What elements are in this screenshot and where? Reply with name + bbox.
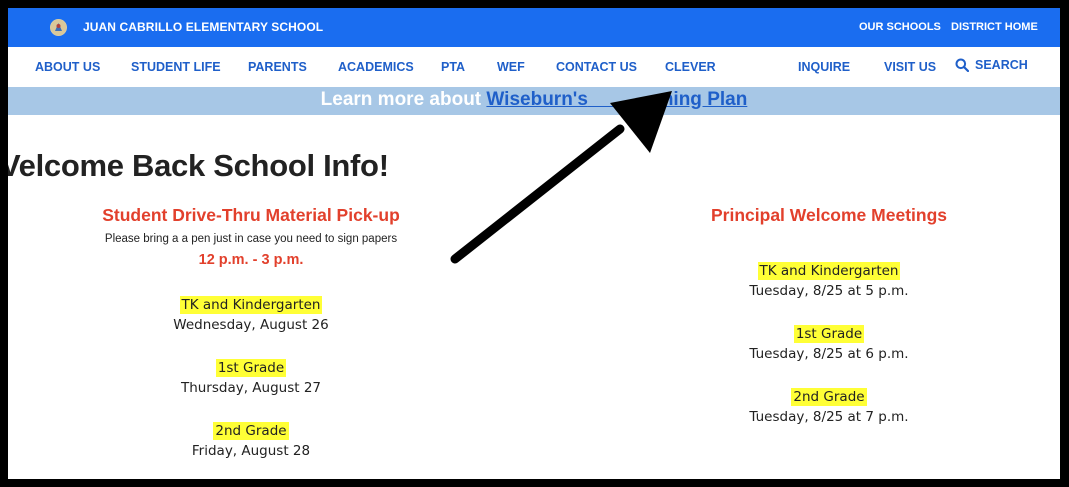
browser-viewport: JUAN CABRILLO ELEMENTARY SCHOOL OUR SCHO… [0, 0, 1069, 487]
banner-prefix: Learn more about [320, 89, 487, 110]
pickup-date: Thursday, August 27 [180, 380, 322, 396]
meetings-section: Principal Welcome Meetings TK and Kinder… [688, 204, 970, 427]
pickup-group-1st: 1st Grade Thursday, August 27 [68, 357, 434, 398]
pickup-group-tk: TK and Kindergarten Wednesday, August 26 [68, 294, 434, 335]
nav-wef[interactable]: WEF [497, 60, 525, 74]
meeting-group-tk: TK and Kindergarten Tuesday, 8/25 at 5 p… [688, 260, 970, 301]
pickup-group-2nd: 2nd Grade Friday, August 28 [68, 420, 434, 461]
pickup-date: Friday, August 28 [191, 443, 311, 459]
grade-label: TK and Kindergarten [179, 296, 323, 314]
nav-parents[interactable]: PARENTS [248, 60, 307, 74]
school-name-link[interactable]: JUAN CABRILLO ELEMENTARY SCHOOL [83, 20, 323, 34]
nav-about-us[interactable]: ABOUT US [35, 60, 100, 74]
page-title: Velcome Back School Info! [0, 148, 389, 183]
meetings-title: Principal Welcome Meetings [711, 205, 947, 225]
nav-contact-us[interactable]: CONTACT US [556, 60, 637, 74]
banner-link-part1: Wiseburn's [486, 89, 588, 110]
nav-visit-us[interactable]: VISIT US [884, 60, 936, 74]
district-home-link[interactable]: DISTRICT HOME [951, 21, 1038, 33]
pickup-time: 12 p.m. - 3 p.m. [198, 252, 304, 268]
our-schools-link[interactable]: OUR SCHOOLS [859, 21, 941, 33]
banner-link-part2: ening Plan [651, 89, 748, 110]
pickup-date: Wednesday, August 26 [173, 317, 329, 333]
nav-academics[interactable]: ACADEMICS [338, 60, 414, 74]
pickup-title: Student Drive-Thru Material Pick-up [102, 205, 400, 225]
reopening-banner: Learn more about Wiseburn's ening Plan [8, 87, 1060, 115]
reopening-plan-link[interactable]: Wiseburn's ening Plan [486, 89, 747, 110]
meeting-group-1st: 1st Grade Tuesday, 8/25 at 6 p.m. [688, 323, 970, 364]
grade-label: 1st Grade [215, 359, 287, 377]
nav-inquire[interactable]: INQUIRE [798, 60, 850, 74]
nav-pta[interactable]: PTA [441, 60, 465, 74]
top-bar: JUAN CABRILLO ELEMENTARY SCHOOL OUR SCHO… [8, 8, 1060, 47]
meeting-date: Tuesday, 8/25 at 6 p.m. [749, 346, 909, 362]
grade-label: 2nd Grade [213, 422, 289, 440]
grade-label: TK and Kindergarten [757, 262, 901, 280]
grade-label: 1st Grade [793, 325, 865, 343]
meeting-date: Tuesday, 8/25 at 7 p.m. [749, 409, 909, 425]
meeting-group-2nd: 2nd Grade Tuesday, 8/25 at 7 p.m. [688, 386, 970, 427]
meeting-date: Tuesday, 8/25 at 5 p.m. [749, 283, 909, 299]
nav-student-life[interactable]: STUDENT LIFE [131, 60, 221, 74]
search-label: SEARCH [975, 58, 1028, 72]
main-nav: ABOUT US STUDENT LIFE PARENTS ACADEMICS … [8, 47, 1060, 87]
search-button[interactable]: SEARCH [955, 58, 1028, 72]
nav-clever[interactable]: CLEVER [665, 60, 716, 74]
search-icon [955, 58, 969, 72]
pickup-note: Please bring a a pen just in case you ne… [104, 233, 398, 245]
grade-label: 2nd Grade [791, 388, 867, 406]
school-logo-icon[interactable] [50, 19, 67, 36]
pickup-section: Student Drive-Thru Material Pick-up Plea… [68, 204, 434, 461]
